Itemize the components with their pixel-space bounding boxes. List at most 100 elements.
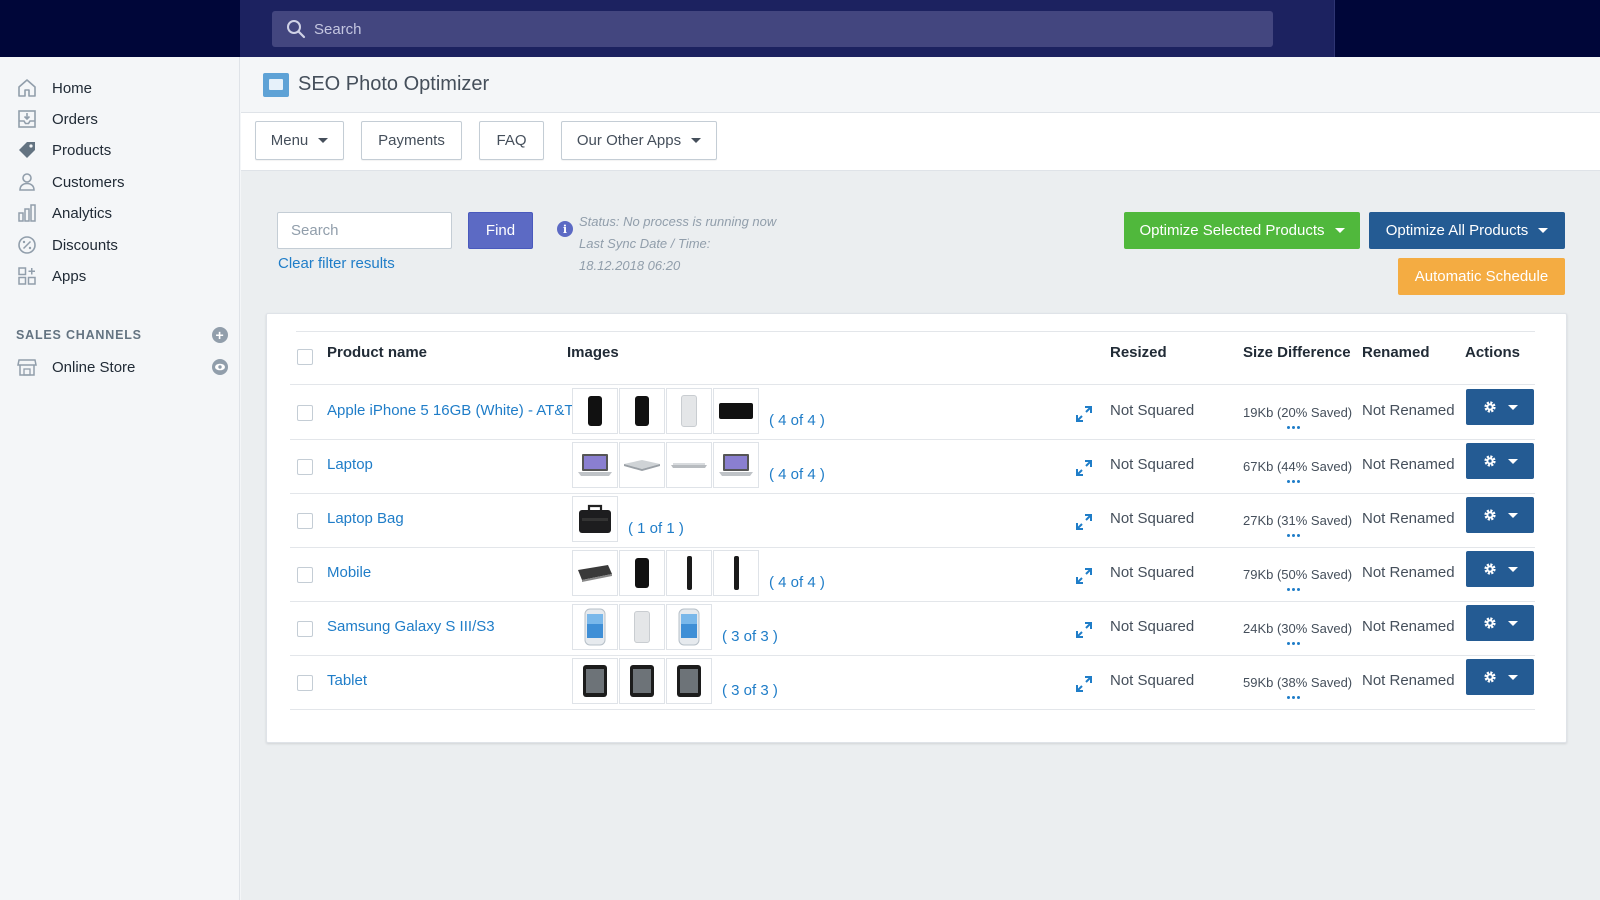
product-thumbnail[interactable] [572,496,618,542]
optimize-selected-button[interactable]: Optimize Selected Products [1124,212,1360,249]
image-count-link[interactable]: ( 3 of 3 ) [722,682,778,699]
expand-icon[interactable] [1075,675,1093,693]
product-thumbnail[interactable] [572,550,618,596]
renamed-status: Not Renamed [1362,564,1455,581]
product-thumbnail[interactable] [666,604,712,650]
caret-down-icon [1508,620,1518,626]
image-count-link[interactable]: ( 3 of 3 ) [722,628,778,645]
product-thumbnail[interactable] [572,658,618,704]
sidebar-item-customers[interactable]: Customers [0,167,240,197]
row-actions-button[interactable] [1466,659,1534,695]
clear-filter-link[interactable]: Clear filter results [278,255,395,272]
product-thumbnail[interactable] [619,604,665,650]
menu-dropdown-button[interactable]: Menu [255,121,344,160]
payments-button[interactable]: Payments [361,121,462,160]
more-details-ellipsis-icon[interactable] [1287,480,1300,483]
find-button[interactable]: Find [468,212,533,249]
row-checkbox[interactable] [297,675,313,691]
global-search-bar[interactable]: Search [272,11,1273,47]
gear-icon [1484,509,1496,521]
sidebar-item-home[interactable]: Home [0,73,240,103]
tag-icon [16,139,38,161]
sidebar-item-orders[interactable]: Orders [0,104,240,134]
row-actions-button[interactable] [1466,443,1534,479]
product-thumbnail[interactable] [666,442,712,488]
store-icon [16,356,38,378]
add-channel-plus-icon[interactable]: + [212,327,228,343]
product-name-link[interactable]: Samsung Galaxy S III/S3 [327,618,495,635]
sidebar-item-label: Online Store [52,358,136,376]
main-content: Find Clear filter results i Status: No p… [241,171,1600,900]
product-thumbnail[interactable] [619,550,665,596]
product-name-link[interactable]: Tablet [327,672,367,689]
product-thumbnail[interactable] [666,550,712,596]
menu-label: Menu [270,132,309,149]
row-actions-button[interactable] [1466,389,1534,425]
sidebar-item-discounts[interactable]: Discounts [0,230,240,260]
caret-down-icon [1334,228,1345,233]
more-details-ellipsis-icon[interactable] [1287,534,1300,537]
row-checkbox[interactable] [297,459,313,475]
expand-icon[interactable] [1075,621,1093,639]
optimize-selected-label: Optimize Selected Products [1139,222,1325,239]
size-difference-value: 67Kb (44% Saved) [1243,459,1353,474]
row-actions-button[interactable] [1466,605,1534,641]
sidebar: Home Orders Products Customers Analytics… [0,57,240,900]
sidebar-item-products[interactable]: Products [0,135,240,165]
select-all-checkbox[interactable] [297,349,313,365]
sidebar-item-online-store[interactable]: Online Store [0,352,240,382]
product-thumbnail[interactable] [713,550,759,596]
product-thumbnail[interactable] [572,442,618,488]
gear-icon [1484,455,1496,467]
more-details-ellipsis-icon[interactable] [1287,588,1300,591]
product-thumbnail[interactable] [619,388,665,434]
product-thumbnail[interactable] [619,658,665,704]
product-name-link[interactable]: Apple iPhone 5 16GB (White) - AT&T [327,402,574,419]
other-apps-label: Our Other Apps [576,132,682,149]
more-details-ellipsis-icon[interactable] [1287,642,1300,645]
header-product-name[interactable]: Product name [327,344,427,361]
expand-icon[interactable] [1075,513,1093,531]
sidebar-item-apps[interactable]: Apps [0,261,240,291]
more-details-ellipsis-icon[interactable] [1287,696,1300,699]
optimize-all-button[interactable]: Optimize All Products [1369,212,1565,249]
product-search-input[interactable] [277,212,452,249]
product-name-link[interactable]: Laptop [327,456,373,473]
product-thumbnail[interactable] [666,658,712,704]
automatic-schedule-button[interactable]: Automatic Schedule [1398,258,1565,295]
table-row: Apple iPhone 5 16GB (White) - AT&T ( 4 o… [267,385,1568,440]
image-count-link[interactable]: ( 4 of 4 ) [769,412,825,429]
product-name-link[interactable]: Laptop Bag [327,510,404,527]
row-actions-button[interactable] [1466,551,1534,587]
image-count-link[interactable]: ( 4 of 4 ) [769,574,825,591]
image-thumbnails [572,658,713,704]
global-search-placeholder: Search [314,20,362,38]
size-difference-value: 79Kb (50% Saved) [1243,567,1353,582]
renamed-status: Not Renamed [1362,672,1455,689]
row-checkbox[interactable] [297,621,313,637]
faq-button[interactable]: FAQ [479,121,544,160]
row-checkbox[interactable] [297,405,313,421]
sidebar-item-analytics[interactable]: Analytics [0,198,240,228]
product-thumbnail[interactable] [572,388,618,434]
resized-status: Not Squared [1110,456,1195,473]
row-checkbox[interactable] [297,567,313,583]
product-thumbnail[interactable] [619,442,665,488]
product-thumbnail[interactable] [572,604,618,650]
account-menu-area[interactable] [1334,0,1600,57]
sidebar-item-label: Orders [52,110,98,128]
image-count-link[interactable]: ( 1 of 1 ) [628,520,684,537]
expand-icon[interactable] [1075,405,1093,423]
view-store-eye-icon[interactable] [212,359,228,375]
row-checkbox[interactable] [297,513,313,529]
product-thumbnail[interactable] [713,442,759,488]
expand-icon[interactable] [1075,567,1093,585]
other-apps-dropdown-button[interactable]: Our Other Apps [561,121,717,160]
product-name-link[interactable]: Mobile [327,564,371,581]
product-thumbnail[interactable] [713,388,759,434]
row-actions-button[interactable] [1466,497,1534,533]
more-details-ellipsis-icon[interactable] [1287,426,1300,429]
image-count-link[interactable]: ( 4 of 4 ) [769,466,825,483]
product-thumbnail[interactable] [666,388,712,434]
expand-icon[interactable] [1075,459,1093,477]
